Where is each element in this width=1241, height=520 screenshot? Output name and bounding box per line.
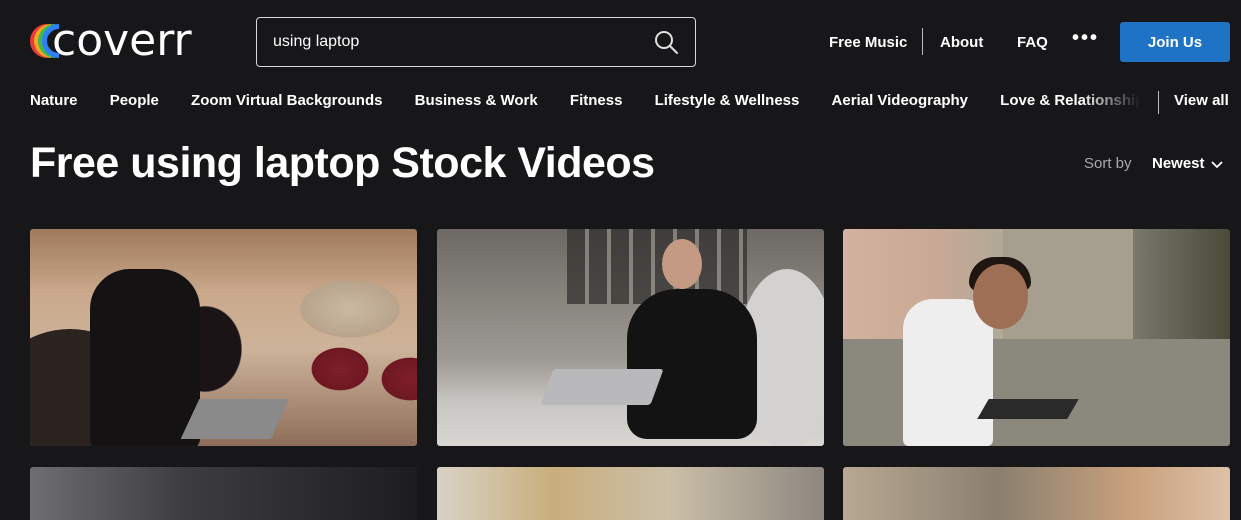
search-icon[interactable] <box>653 29 679 55</box>
video-thumbnail[interactable] <box>843 467 1230 520</box>
sort-dropdown[interactable]: Newest <box>1152 155 1223 172</box>
search-box[interactable] <box>256 17 696 67</box>
video-thumbnail[interactable] <box>843 229 1230 446</box>
nav-free-music-link[interactable]: Free Music <box>829 34 907 51</box>
more-dots-icon[interactable]: ••• <box>1072 18 1099 58</box>
category-people[interactable]: People <box>110 92 159 109</box>
category-nature[interactable]: Nature <box>30 92 78 109</box>
category-zoom-virtual-backgrounds[interactable]: Zoom Virtual Backgrounds <box>191 92 382 109</box>
page-title: Free using laptop Stock Videos <box>30 139 655 187</box>
chevron-down-icon[interactable] <box>1210 158 1223 170</box>
category-fitness[interactable]: Fitness <box>570 92 623 109</box>
video-thumbnail[interactable] <box>437 467 824 520</box>
video-thumbnail[interactable] <box>30 467 417 520</box>
category-bar: Nature People Zoom Virtual Backgrounds B… <box>30 92 1140 112</box>
join-button[interactable]: Join Us <box>1120 22 1230 62</box>
category-lifestyle-wellness[interactable]: Lifestyle & Wellness <box>655 92 800 109</box>
search-input[interactable] <box>273 33 653 51</box>
logo-mark <box>30 24 59 58</box>
logo[interactable]: coverr <box>30 19 192 63</box>
view-all-link[interactable]: View all <box>1174 92 1229 109</box>
nav-faq[interactable]: FAQ <box>1017 22 1048 62</box>
sort-value[interactable]: Newest <box>1152 155 1205 172</box>
nav-about-link[interactable]: About <box>940 34 983 51</box>
category-divider <box>1158 91 1159 114</box>
video-thumbnail[interactable] <box>30 229 417 446</box>
logo-text: coverr <box>52 15 192 66</box>
category-business-work[interactable]: Business & Work <box>415 92 538 109</box>
nav-faq-link[interactable]: FAQ <box>1017 34 1048 51</box>
video-thumbnail[interactable] <box>437 229 824 446</box>
nav-divider <box>922 28 923 55</box>
nav-free-music[interactable]: Free Music <box>829 22 907 62</box>
category-fade <box>1080 88 1140 116</box>
sort-label: Sort by <box>1084 155 1132 172</box>
nav-about[interactable]: About <box>940 22 983 62</box>
category-aerial-videography[interactable]: Aerial Videography <box>832 92 968 109</box>
